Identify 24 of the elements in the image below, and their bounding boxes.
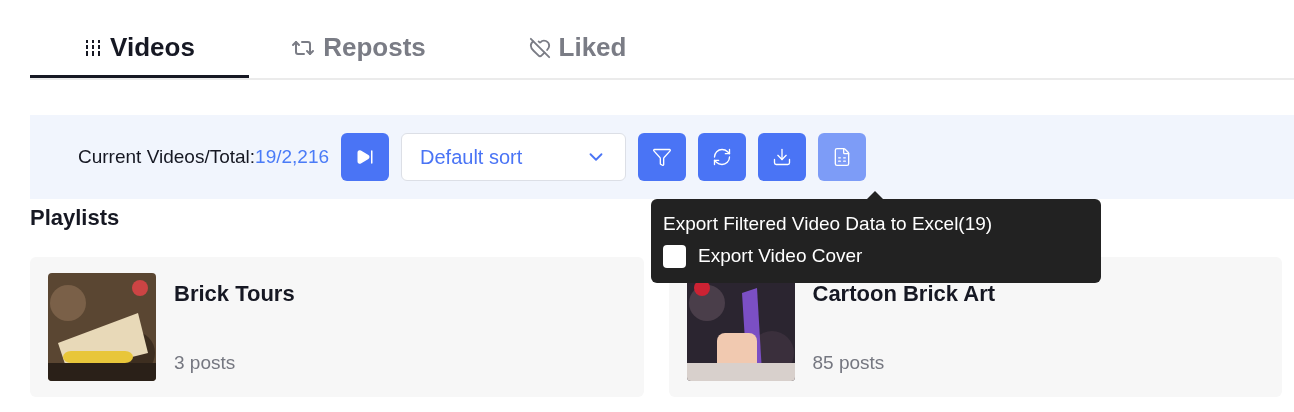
play-next-button[interactable]: [341, 133, 390, 181]
download-icon: [772, 147, 793, 167]
playlist-card[interactable]: Brick Tours 3 posts: [30, 257, 644, 397]
tab[interactable]: Videos: [30, 20, 249, 78]
post-count: 85 posts: [812, 350, 886, 375]
tab[interactable]: Reposts: [249, 20, 468, 78]
bars-icon: [84, 38, 103, 57]
checkbox[interactable]: [663, 244, 686, 268]
playlist-title: Cartoon Brick Art: [812, 280, 996, 308]
refresh-button[interactable]: [698, 133, 747, 181]
filter-icon: [652, 147, 673, 167]
refresh-icon: [712, 147, 733, 167]
export-excel-button[interactable]: [818, 133, 867, 181]
section-title: Playlists: [30, 204, 120, 232]
download-button[interactable]: [758, 133, 807, 181]
tooltip-title: Export Filtered Video Data to Excel(19): [663, 212, 994, 236]
count-text: Current Videos/Total:19/2,216: [78, 144, 330, 169]
filter-button[interactable]: [638, 133, 687, 181]
playlist-title: Brick Tours: [174, 280, 295, 308]
sort-dropdown[interactable]: Default sort: [401, 133, 627, 181]
post-count: 3 posts: [174, 350, 237, 375]
heart-icon: [528, 36, 551, 59]
skip-icon: [356, 148, 375, 166]
tab[interactable]: Liked: [468, 20, 687, 78]
